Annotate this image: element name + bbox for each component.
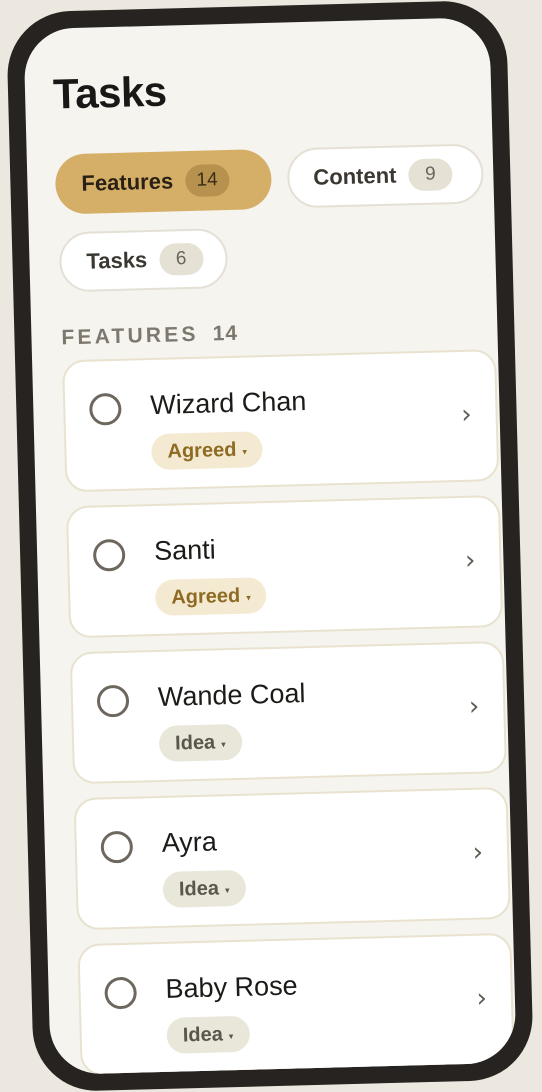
caret-down-icon: ▾	[228, 1030, 234, 1041]
section-count: 14	[212, 321, 239, 346]
page-title: Tasks	[52, 67, 168, 118]
filter-chip-count: 9	[408, 158, 453, 192]
task-card[interactable]: Santi Agreed ▾ ›	[65, 494, 504, 639]
screen: Tasks Features 14 Content 9 Tasks 6 FEAT…	[23, 17, 517, 1075]
filter-chip-label: Tasks	[86, 247, 148, 274]
checkbox-circle-icon[interactable]	[92, 538, 126, 572]
status-dropdown[interactable]: Idea ▾	[158, 723, 243, 762]
status-label: Idea	[182, 1022, 224, 1046]
filter-chip-label: Features	[81, 168, 174, 196]
status-label: Agreed	[171, 584, 241, 609]
chevron-right-icon: ›	[472, 837, 484, 868]
chevron-right-icon: ›	[464, 545, 476, 576]
status-dropdown[interactable]: Idea ▾	[162, 869, 246, 908]
phone-frame: Tasks Features 14 Content 9 Tasks 6 FEAT…	[5, 0, 535, 1092]
status-dropdown[interactable]: Agreed ▾	[151, 431, 264, 471]
checkbox-circle-icon[interactable]	[88, 392, 122, 426]
task-title: Wizard Chan	[149, 386, 307, 421]
filter-chip-count: 6	[158, 242, 204, 276]
status-dropdown[interactable]: Idea ▾	[166, 1015, 250, 1054]
task-title: Santi	[153, 534, 217, 567]
status-dropdown[interactable]: Agreed ▾	[154, 577, 268, 617]
filter-chip-tasks[interactable]: Tasks 6	[58, 228, 229, 293]
checkbox-circle-icon[interactable]	[104, 976, 138, 1010]
filter-chip-content[interactable]: Content 9	[286, 143, 485, 209]
status-label: Agreed	[167, 438, 237, 463]
task-card[interactable]: Wizard Chan Agreed ▾ ›	[62, 349, 500, 493]
checkbox-circle-icon[interactable]	[100, 830, 134, 864]
status-label: Idea	[178, 876, 220, 900]
section-header: FEATURES 14	[61, 322, 238, 351]
filter-chip-count: 14	[184, 163, 230, 198]
chevron-right-icon: ›	[468, 691, 480, 722]
caret-down-icon: ▾	[224, 884, 230, 895]
filter-chip-label: Content	[313, 162, 397, 190]
chevron-right-icon: ›	[460, 399, 473, 430]
task-card[interactable]: Wande Coal Idea ▾ ›	[69, 640, 508, 785]
filter-chip-features[interactable]: Features 14	[54, 148, 273, 215]
checkbox-circle-icon[interactable]	[96, 684, 130, 718]
task-title: Ayra	[161, 826, 218, 858]
chevron-right-icon: ›	[476, 983, 488, 1014]
task-title: Baby Rose	[165, 970, 298, 1004]
status-label: Idea	[174, 731, 216, 755]
caret-down-icon: ▾	[242, 446, 248, 457]
caret-down-icon: ▾	[246, 592, 251, 603]
task-card[interactable]: Baby Rose Idea ▾ ›	[77, 932, 515, 1075]
task-title: Wande Coal	[157, 678, 306, 712]
task-card[interactable]: Ayra Idea ▾ ›	[73, 786, 511, 931]
caret-down-icon: ▾	[221, 738, 226, 749]
section-label: FEATURES	[61, 322, 199, 350]
